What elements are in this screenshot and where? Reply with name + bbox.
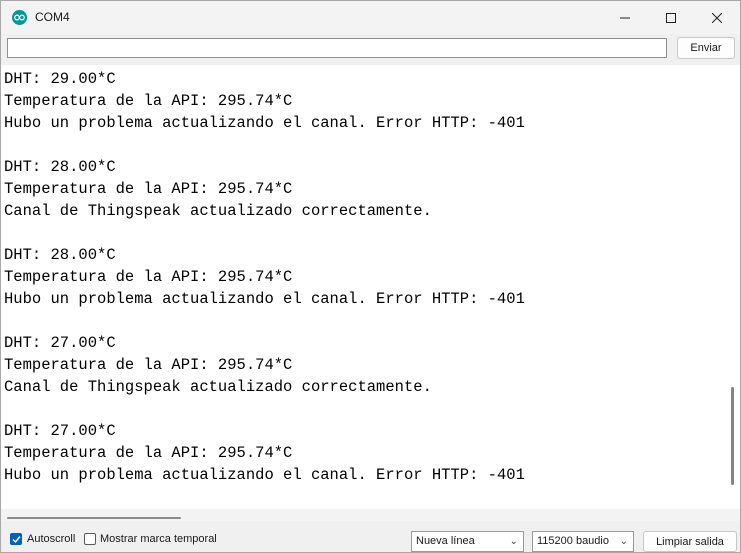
- window-title: COM4: [35, 10, 70, 24]
- bottom-bar: Autoscroll Mostrar marca temporal Nueva …: [1, 525, 740, 552]
- serial-output-text: DHT: 29.00*C Temperatura de la API: 295.…: [4, 70, 525, 484]
- horizontal-scrollbar[interactable]: [1, 509, 740, 521]
- autoscroll-label[interactable]: Autoscroll: [27, 533, 75, 545]
- baud-rate-select[interactable]: 115200 baudio ⌄: [532, 531, 634, 552]
- vertical-scroll-thumb[interactable]: [731, 387, 734, 485]
- serial-monitor-window: COM4 Enviar DHT: 29.00*C Temperatura de …: [0, 0, 741, 553]
- autoscroll-checkbox[interactable]: [10, 533, 22, 545]
- close-icon[interactable]: [694, 1, 740, 34]
- arduino-icon: [12, 10, 27, 25]
- chevron-down-icon: ⌄: [619, 536, 628, 547]
- title-bar: COM4: [1, 1, 740, 34]
- line-ending-value: Nueva línea: [416, 535, 475, 547]
- minimize-icon[interactable]: [602, 1, 648, 34]
- chevron-down-icon: ⌄: [509, 536, 518, 547]
- horizontal-scroll-thumb[interactable]: [7, 517, 181, 519]
- timestamp-label[interactable]: Mostrar marca temporal: [100, 533, 217, 545]
- timestamp-checkbox[interactable]: [84, 533, 96, 545]
- clear-output-button[interactable]: Limpiar salida: [643, 531, 737, 552]
- send-button[interactable]: Enviar: [677, 37, 735, 59]
- vertical-scrollbar[interactable]: [723, 65, 740, 509]
- send-input[interactable]: [7, 38, 667, 58]
- maximize-icon[interactable]: [648, 1, 694, 34]
- check-icon: [12, 536, 21, 544]
- baud-rate-value: 115200 baudio: [537, 535, 609, 547]
- serial-output: DHT: 29.00*C Temperatura de la API: 295.…: [1, 65, 723, 509]
- line-ending-select[interactable]: Nueva línea ⌄: [411, 531, 524, 552]
